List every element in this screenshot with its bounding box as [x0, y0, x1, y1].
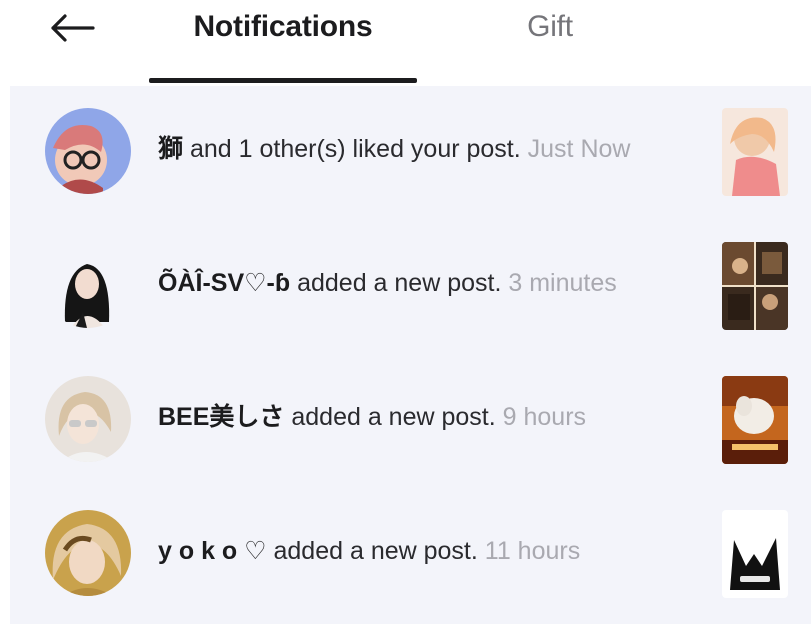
- notification-item[interactable]: y o k o ♡ added a new post. 11 hours: [10, 488, 811, 622]
- post-image: [722, 242, 788, 330]
- avatar-image: [45, 108, 131, 194]
- post-image: [722, 376, 788, 464]
- notification-item[interactable]: ÕÀÎ-SV♡-ɓ added a new post. 3 minutes: [10, 220, 811, 354]
- post-image: [722, 510, 788, 598]
- avatar[interactable]: [45, 510, 131, 596]
- post-thumbnail[interactable]: [722, 376, 788, 464]
- tab-notifications[interactable]: Notifications: [150, 6, 416, 48]
- notification-text: ÕÀÎ-SV♡-ɓ added a new post. 3 minutes: [158, 266, 718, 300]
- avatar-image: [45, 510, 131, 596]
- username[interactable]: y o k o ♡: [158, 537, 267, 565]
- notifications-screen: Notifications Gift 獅 and 1 other(s) like…: [0, 0, 811, 624]
- timestamp: 9 hours: [502, 403, 587, 431]
- avatar[interactable]: [45, 376, 131, 462]
- timestamp: Just Now: [527, 135, 631, 163]
- notification-text: BEE美しさ added a new post. 9 hours: [158, 400, 718, 434]
- avatar-image: [45, 242, 131, 328]
- notification-action: added a new post.: [297, 269, 502, 297]
- notification-list: 獅 and 1 other(s) liked your post. Just N…: [10, 86, 811, 624]
- notification-action: added a new post.: [273, 537, 478, 565]
- post-image: [722, 108, 788, 196]
- avatar[interactable]: [45, 108, 131, 194]
- notification-item[interactable]: 獅 and 1 other(s) liked your post. Just N…: [10, 86, 811, 220]
- timestamp: 11 hours: [484, 537, 581, 565]
- notification-text: 獅 and 1 other(s) liked your post. Just N…: [158, 132, 718, 166]
- post-thumbnail[interactable]: [722, 242, 788, 330]
- top-header: Notifications Gift: [0, 0, 811, 86]
- timestamp: 3 minutes: [508, 269, 617, 297]
- back-button[interactable]: [42, 4, 102, 52]
- post-thumbnail[interactable]: [722, 510, 788, 598]
- notification-action: and 1 other(s) liked your post.: [189, 135, 521, 163]
- notification-item[interactable]: BEE美しさ added a new post. 9 hours: [10, 354, 811, 488]
- avatar[interactable]: [45, 242, 131, 328]
- active-tab-indicator: [149, 78, 417, 83]
- notification-action: added a new post.: [291, 403, 496, 431]
- avatar-image: [45, 376, 131, 462]
- notification-text: y o k o ♡ added a new post. 11 hours: [158, 534, 718, 568]
- username[interactable]: BEE美しさ: [158, 403, 284, 431]
- username[interactable]: 獅: [158, 135, 183, 163]
- post-thumbnail[interactable]: [722, 108, 788, 196]
- username[interactable]: ÕÀÎ-SV♡-ɓ: [158, 269, 290, 297]
- arrow-left-icon: [51, 14, 95, 42]
- tab-gift[interactable]: Gift: [470, 6, 630, 48]
